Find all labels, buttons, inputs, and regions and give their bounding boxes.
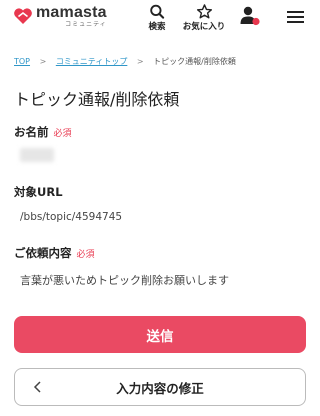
breadcrumb-link-top[interactable]: TOP — [14, 57, 30, 66]
chevron-left-icon — [33, 381, 41, 393]
favorites-button[interactable]: お気に入り — [183, 4, 225, 32]
logo-wordmark: mamasta — [36, 4, 107, 21]
submit-button-label: 送信 — [146, 328, 174, 345]
name-label-text: お名前 — [14, 125, 49, 139]
user-button[interactable] — [237, 5, 263, 33]
search-icon — [150, 4, 165, 19]
breadcrumb-separator: > — [136, 57, 144, 66]
submit-button[interactable]: 送信 — [14, 316, 306, 353]
breadcrumb-link-community[interactable]: コミュニティトップ — [56, 57, 128, 66]
logo-subtitle: コミュニティ — [65, 21, 107, 28]
required-badge: 必須 — [76, 250, 95, 260]
name-label: お名前 必須 — [14, 124, 72, 140]
logo[interactable]: mamasta コミュニティ — [12, 5, 107, 31]
request-label-text: ご依頼内容 — [14, 246, 72, 260]
edit-input-button-label: 入力内容の修正 — [116, 380, 204, 396]
url-label: 対象URL — [14, 185, 63, 199]
search-label: 検索 — [148, 22, 166, 32]
hamburger-menu-icon — [286, 11, 304, 23]
url-value: /bbs/topic/4594745 — [20, 211, 123, 223]
breadcrumb-current: トピック通報/削除依頼 — [153, 57, 236, 66]
page-title: トピック通報/削除依頼 — [14, 90, 180, 109]
request-value: 言葉が悪いためトピック削除お願いします — [20, 274, 229, 287]
favorites-label: お気に入り — [182, 22, 226, 32]
search-button[interactable]: 検索 — [144, 4, 170, 32]
menu-button[interactable] — [285, 10, 305, 38]
edit-input-button[interactable]: 入力内容の修正 — [14, 368, 306, 406]
breadcrumb: TOP > コミュニティトップ > トピック通報/削除依頼 — [14, 56, 236, 67]
site-header: mamasta コミュニティ 検索 お気に入り — [0, 0, 320, 36]
star-icon — [196, 4, 212, 19]
breadcrumb-separator: > — [39, 57, 47, 66]
heart-logo-icon — [14, 8, 32, 24]
required-badge: 必須 — [53, 129, 72, 139]
user-icon — [240, 6, 260, 26]
name-value-redacted — [20, 148, 54, 162]
request-label: ご依頼内容 必須 — [14, 245, 95, 261]
